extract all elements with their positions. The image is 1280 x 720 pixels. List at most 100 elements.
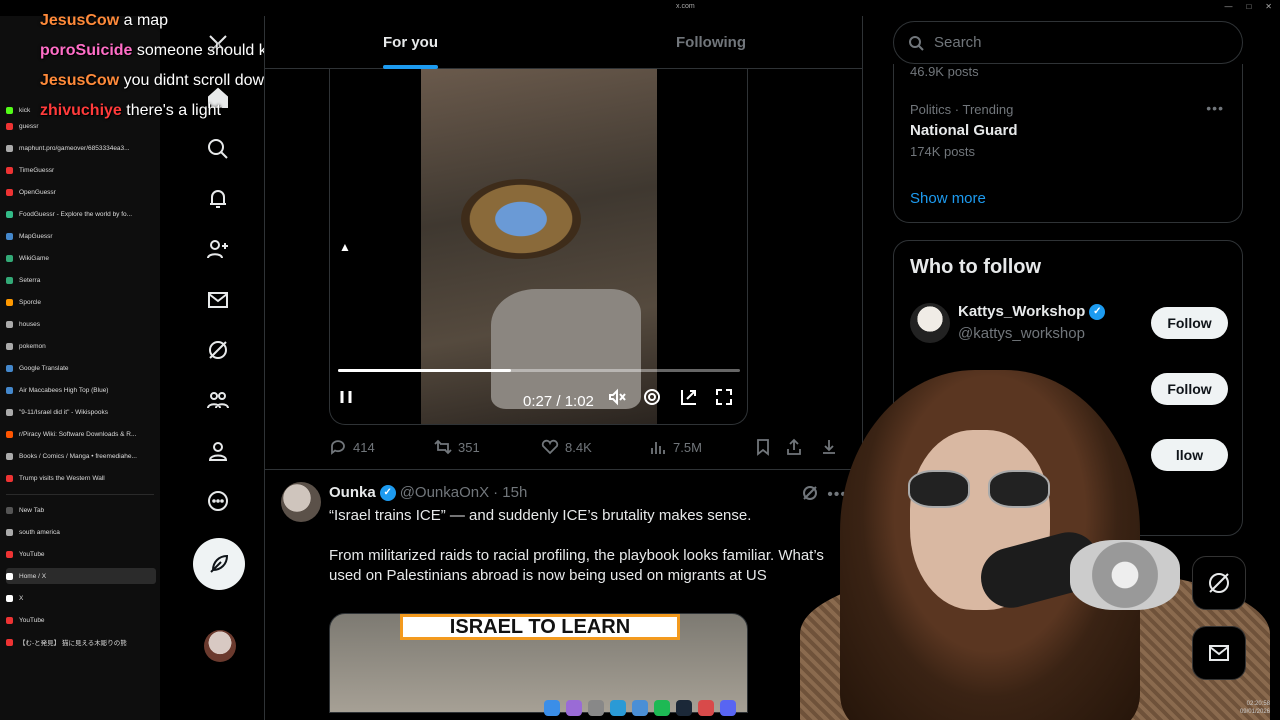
spotify-icon[interactable] bbox=[654, 700, 670, 716]
sidebar-item-freemedia[interactable]: Books / Comics / Manga • freemediahe... bbox=[6, 448, 156, 464]
trend-name[interactable]: National Guard bbox=[910, 122, 1018, 139]
sidebar-item-wikispooks[interactable]: "9-11/Israel did it" - Wikispooks bbox=[6, 404, 156, 420]
webcam-sunglasses bbox=[900, 470, 1060, 510]
media-banner-text: ISRAEL TO LEARN bbox=[400, 614, 680, 640]
mail-icon[interactable] bbox=[204, 286, 232, 314]
sidebar-item-sporcle[interactable]: Sporcle bbox=[6, 294, 156, 310]
sidebar-item-air-maccabees[interactable]: Air Maccabees High Top (Blue) bbox=[6, 382, 156, 398]
tab-following[interactable]: Following bbox=[676, 34, 746, 51]
windows-start-icon[interactable] bbox=[544, 700, 560, 716]
sidebar-tab-south-america[interactable]: south america bbox=[6, 524, 156, 540]
sidebar-item-piracy-wiki[interactable]: r/Piracy Wiki: Software Downloads & R... bbox=[6, 426, 156, 442]
browser-icon[interactable] bbox=[566, 700, 582, 716]
search-icon bbox=[909, 35, 924, 51]
folder-icon bbox=[6, 320, 13, 328]
repost-button[interactable]: 351 bbox=[434, 438, 480, 456]
search-icon[interactable] bbox=[204, 135, 232, 163]
grok-float-button[interactable] bbox=[1192, 556, 1246, 610]
settings-gear-icon[interactable] bbox=[642, 387, 662, 412]
timeline-tabs: For you Following bbox=[265, 16, 862, 69]
views-icon bbox=[651, 442, 665, 454]
sidebar-tab-home-x[interactable]: Home / X bbox=[6, 568, 156, 584]
follow-icon[interactable] bbox=[204, 235, 232, 263]
x-logo-icon bbox=[6, 572, 13, 580]
system-clock: 02:20:58 09/01/2026 bbox=[1239, 701, 1270, 715]
sidebar-folder-pokemon[interactable]: pokemon bbox=[6, 338, 156, 354]
profile-icon[interactable] bbox=[204, 437, 232, 465]
mute-icon[interactable] bbox=[607, 387, 627, 412]
bell-icon[interactable] bbox=[204, 185, 232, 213]
sidebar-item-maphunt[interactable]: maphunt.pro/gameover/6853334ea3... bbox=[6, 140, 156, 156]
explorer-icon[interactable] bbox=[632, 700, 648, 716]
trends-panel: 46.9K posts Politics · Trending National… bbox=[893, 64, 1243, 223]
search-input[interactable]: Search bbox=[893, 21, 1243, 64]
bookmark-icon[interactable] bbox=[754, 438, 772, 456]
minimize-icon[interactable]: — bbox=[1224, 2, 1232, 11]
video-progress-bar[interactable] bbox=[338, 369, 740, 372]
pause-icon[interactable] bbox=[336, 387, 356, 412]
close-icon[interactable]: ✕ bbox=[1265, 2, 1272, 11]
trend-category: Politics · Trending bbox=[910, 102, 1014, 117]
site-icon bbox=[6, 474, 13, 482]
address-bar[interactable]: x.com bbox=[676, 3, 695, 10]
grok-icon bbox=[1209, 573, 1229, 593]
sidebar-item-timeguessr[interactable]: TimeGuessr bbox=[6, 162, 156, 178]
pip-icon[interactable] bbox=[679, 387, 699, 412]
more-options-icon[interactable]: ••• bbox=[1206, 100, 1224, 116]
steam-icon[interactable] bbox=[676, 700, 692, 716]
youtube-icon bbox=[6, 550, 13, 558]
window-controls: — □ ✕ bbox=[1224, 2, 1272, 11]
sidebar-tab-youtube-2[interactable]: YouTube bbox=[6, 612, 156, 628]
fullscreen-icon[interactable] bbox=[714, 387, 734, 412]
tweet[interactable]: Ounka ✓ @OunkaOnX · 15h ••• “Israel trai… bbox=[265, 470, 862, 720]
author-avatar[interactable] bbox=[281, 482, 321, 522]
reply-button[interactable]: 414 bbox=[329, 438, 375, 456]
youtube-icon bbox=[6, 616, 13, 624]
kick-icon bbox=[6, 106, 13, 114]
sidebar-item-wikigame[interactable]: WikiGame bbox=[6, 250, 156, 266]
account-avatar[interactable] bbox=[204, 630, 236, 662]
taskbar-icons bbox=[544, 700, 736, 716]
sidebar-item-trump-wall[interactable]: Trump visits the Western Wall bbox=[6, 470, 156, 486]
tab-for-you[interactable]: For you bbox=[383, 34, 438, 51]
tweet-actions: 414 351 8.4K 7.5M bbox=[329, 438, 841, 458]
messages-float-button[interactable] bbox=[1192, 626, 1246, 680]
edge-icon[interactable] bbox=[610, 700, 626, 716]
discord-icon[interactable] bbox=[720, 700, 736, 716]
video-time: 0:27 / 1:02 bbox=[523, 393, 594, 410]
show-more-link[interactable]: Show more bbox=[910, 190, 986, 207]
sidebar-item-mapguessr[interactable]: MapGuessr bbox=[6, 228, 156, 244]
author-handle[interactable]: @OunkaOnX bbox=[400, 484, 489, 501]
site-icon bbox=[6, 408, 13, 416]
post-button[interactable] bbox=[193, 538, 245, 590]
like-button[interactable]: 8.4K bbox=[541, 438, 592, 456]
site-icon bbox=[6, 276, 13, 284]
grok-icon[interactable] bbox=[204, 336, 232, 364]
sidebar-item-seterra[interactable]: Seterra bbox=[6, 272, 156, 288]
app-icon[interactable] bbox=[588, 700, 604, 716]
tweet-time[interactable]: · 15h bbox=[493, 484, 527, 501]
sidebar-tab-youtube-bear[interactable]: 【む-と発見】 猫に見える木彫りの熊 bbox=[6, 634, 156, 650]
more-icon[interactable] bbox=[204, 487, 232, 515]
author-name[interactable]: Ounka bbox=[329, 484, 376, 501]
views-button[interactable]: 7.5M bbox=[649, 438, 702, 456]
sidebar-item-google-translate[interactable]: Google Translate bbox=[6, 360, 156, 376]
timeline: For you Following 0:27 / 1:02 414 351 8.… bbox=[264, 16, 863, 720]
sidebar-item-openguessr[interactable]: OpenGuessr bbox=[6, 184, 156, 200]
x-logo-icon bbox=[6, 594, 13, 602]
sidebar-folder-houses[interactable]: houses bbox=[6, 316, 156, 332]
site-icon bbox=[6, 188, 13, 196]
lens bbox=[988, 470, 1050, 508]
sidebar-item-foodguessr[interactable]: FoodGuessr - Explore the world by fo... bbox=[6, 206, 156, 222]
chrome-icon[interactable] bbox=[698, 700, 714, 716]
maximize-icon[interactable]: □ bbox=[1246, 2, 1251, 11]
webcam-bow bbox=[1070, 540, 1180, 610]
sidebar-tab-youtube[interactable]: YouTube bbox=[6, 546, 156, 562]
site-icon bbox=[6, 298, 13, 306]
video-player[interactable]: 0:27 / 1:02 bbox=[329, 69, 748, 425]
sidebar-tab-x[interactable]: X bbox=[6, 590, 156, 606]
site-icon bbox=[6, 452, 13, 460]
sidebar-new-tab[interactable]: New Tab bbox=[6, 502, 156, 518]
communities-icon[interactable] bbox=[204, 386, 232, 414]
repost-icon bbox=[434, 439, 452, 455]
